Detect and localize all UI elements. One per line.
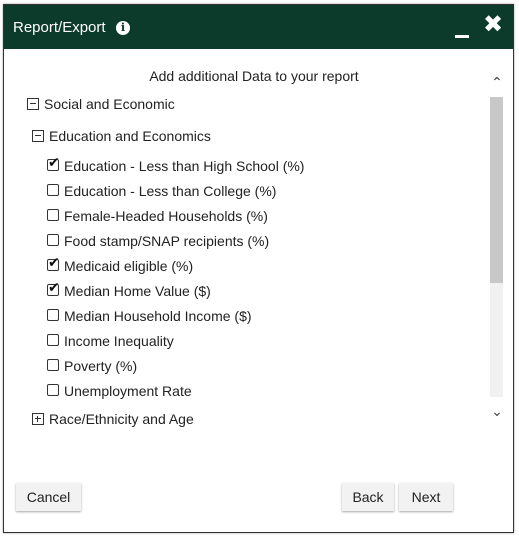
tree-group-label: Education and Economics <box>49 128 211 144</box>
list-item[interactable]: ✔ Medicaid eligible (%) <box>47 255 194 275</box>
scroll-thumb[interactable] <box>490 97 503 283</box>
report-export-dialog: Report/Export i ✖ Add additional Data to… <box>3 4 514 533</box>
collapse-icon[interactable] <box>32 130 44 142</box>
dialog-titlebar: Report/Export i ✖ <box>4 5 513 49</box>
list-item[interactable]: ✔ Median Home Value ($) <box>47 280 211 300</box>
checkbox-checked[interactable]: ✔ <box>47 155 60 171</box>
list-item-label: Education - Less than College (%) <box>64 183 277 199</box>
list-item[interactable]: Female-Headed Households (%) <box>47 207 268 225</box>
info-icon[interactable]: i <box>116 21 130 35</box>
checkmark-icon: ✔ <box>48 279 60 295</box>
dialog-title: Report/Export <box>13 19 106 36</box>
list-item-label: Unemployment Rate <box>64 383 192 399</box>
scroll-down-icon[interactable]: ⌄ <box>488 402 506 420</box>
scroll-up-icon[interactable]: ⌃ <box>488 73 506 91</box>
expand-icon[interactable] <box>32 413 44 425</box>
checkmark-icon: ✔ <box>48 254 60 270</box>
minimize-icon[interactable] <box>455 35 469 38</box>
collapse-icon[interactable] <box>27 98 39 110</box>
checkbox-unchecked[interactable] <box>47 384 59 396</box>
list-item-label: Education - Less than High School (%) <box>64 158 305 174</box>
tree-group-education-economics[interactable]: Education and Economics <box>32 127 211 145</box>
tree-group-label: Social and Economic <box>44 96 175 112</box>
next-button[interactable]: Next <box>399 483 453 511</box>
checkbox-checked[interactable]: ✔ <box>47 280 60 296</box>
cancel-button[interactable]: Cancel <box>16 483 81 511</box>
list-item[interactable]: Poverty (%) <box>47 357 137 375</box>
tree-group-race-ethnicity-age[interactable]: Race/Ethnicity and Age <box>32 410 194 428</box>
tree-group-label: Race/Ethnicity and Age <box>49 411 194 427</box>
list-item[interactable]: Income Inequality <box>47 332 174 350</box>
close-icon[interactable]: ✖ <box>482 13 504 37</box>
checkbox-unchecked[interactable] <box>47 334 59 346</box>
list-item-label: Medicaid eligible (%) <box>64 258 194 274</box>
checkmark-icon: ✔ <box>48 154 60 170</box>
dialog-content: Add additional Data to your report Socia… <box>4 49 513 439</box>
list-item[interactable]: Food stamp/SNAP recipients (%) <box>47 232 269 250</box>
list-item-label: Female-Headed Households (%) <box>64 208 268 224</box>
checkbox-unchecked[interactable] <box>47 234 59 246</box>
checkbox-checked[interactable]: ✔ <box>47 255 60 271</box>
checkbox-unchecked[interactable] <box>47 359 59 371</box>
tree-group-social-economic[interactable]: Social and Economic <box>27 95 175 113</box>
content-heading: Add additional Data to your report <box>149 68 359 84</box>
checkbox-unchecked[interactable] <box>47 184 59 196</box>
checkbox-unchecked[interactable] <box>47 309 59 321</box>
list-item[interactable]: Median Household Income ($) <box>47 307 252 325</box>
list-item-label: Poverty (%) <box>64 358 138 374</box>
list-item[interactable]: Education - Less than College (%) <box>47 182 276 200</box>
checkbox-unchecked[interactable] <box>47 209 59 221</box>
list-item[interactable]: ✔ Education - Less than High School (%) <box>47 155 305 175</box>
vertical-scrollbar[interactable]: ⌃ ⌄ <box>488 71 506 436</box>
list-item-label: Food stamp/SNAP recipients (%) <box>64 233 270 249</box>
list-item[interactable]: Unemployment Rate <box>47 382 192 400</box>
list-item-label: Median Household Income ($) <box>64 308 252 324</box>
back-button[interactable]: Back <box>342 483 394 511</box>
list-item-label: Income Inequality <box>64 333 174 349</box>
list-item-label: Median Home Value ($) <box>64 283 211 299</box>
